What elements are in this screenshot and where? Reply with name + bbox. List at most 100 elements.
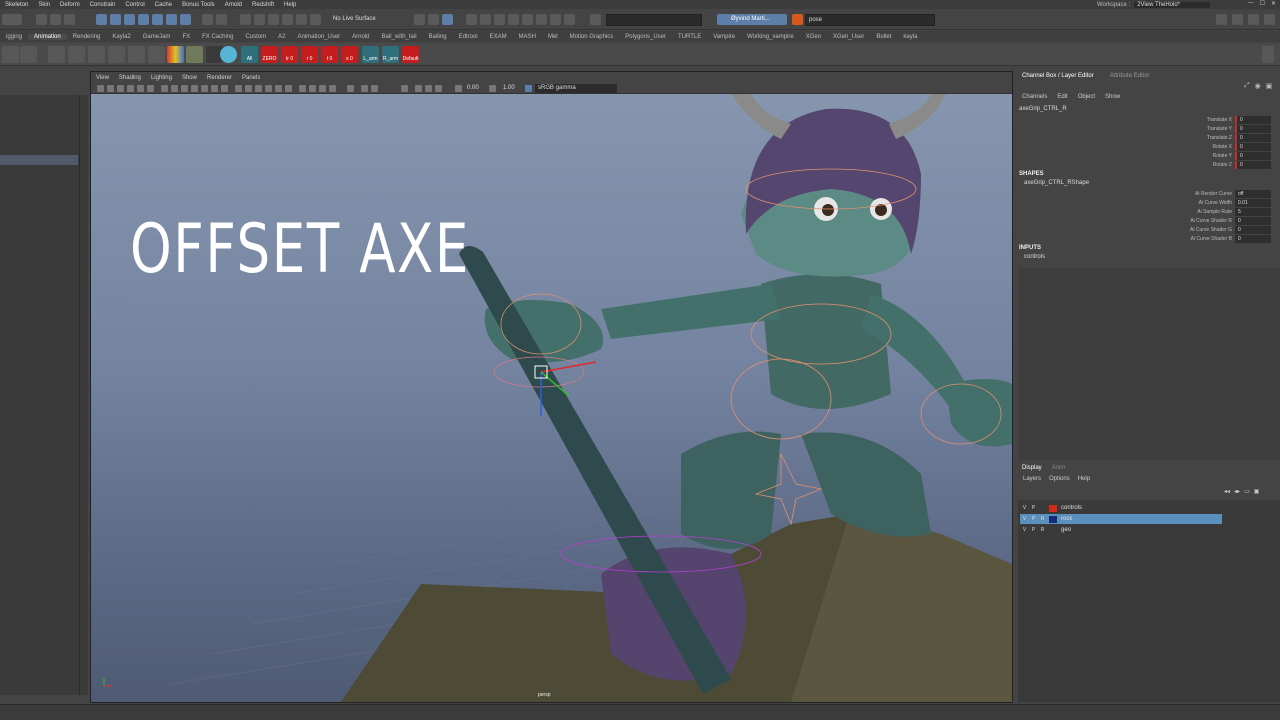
isolate-select-icon[interactable] — [347, 85, 354, 92]
menu-skin[interactable]: Skin — [33, 2, 55, 8]
attr-rotate-x[interactable]: Rotate X0 — [1015, 142, 1271, 151]
viewport-3d[interactable] — [91, 94, 1012, 702]
shelf-tab[interactable]: TURTLE — [672, 34, 707, 40]
menu-arnold[interactable]: Arnold — [220, 2, 247, 8]
layer-color-swatch[interactable] — [1049, 515, 1057, 523]
pause-icon[interactable] — [564, 14, 575, 25]
smooth-shade-icon[interactable] — [245, 85, 252, 92]
mask-joints-icon[interactable] — [110, 14, 121, 25]
ik-handle-icon[interactable] — [48, 46, 65, 63]
rotate-tool-icon[interactable] — [20, 46, 37, 63]
color-management-icon[interactable] — [525, 85, 532, 92]
use-all-lights-icon[interactable] — [275, 85, 282, 92]
menu-object[interactable]: Object — [1078, 94, 1095, 100]
shelf-button-default[interactable]: Default — [402, 46, 419, 63]
shelf-tab-animation[interactable]: Animation — [28, 33, 67, 40]
resolution-gate-icon[interactable] — [181, 85, 188, 92]
xray-icon[interactable] — [361, 85, 368, 92]
menu-edit[interactable]: Edit — [1057, 94, 1067, 100]
grid-icon[interactable] — [161, 85, 168, 92]
shelf-tab[interactable]: Animation_User — [291, 34, 346, 40]
select-camera-icon[interactable] — [97, 85, 104, 92]
select-by-component-icon[interactable] — [64, 14, 75, 25]
film-gate-icon[interactable] — [171, 85, 178, 92]
mask-rendering-icon[interactable] — [180, 14, 191, 25]
layer-playback-toggle[interactable]: P — [1029, 505, 1038, 511]
depth-of-field-icon[interactable] — [329, 85, 336, 92]
shelf-tab[interactable]: MASH — [513, 34, 542, 40]
layer-visibility-toggle[interactable]: V — [1020, 516, 1029, 522]
viewport-menu-renderer[interactable]: Renderer — [202, 75, 237, 81]
safe-title-icon[interactable] — [221, 85, 228, 92]
layer-color-swatch[interactable] — [1049, 526, 1057, 534]
image-plane-icon[interactable] — [127, 85, 134, 92]
menu-cache[interactable]: Cache — [150, 2, 177, 8]
shelf-tab[interactable]: Polygons_User — [619, 34, 672, 40]
toggle-modeling-toolkit-icon[interactable] — [1264, 14, 1275, 25]
layer-playback-toggle[interactable]: P — [1029, 516, 1038, 522]
menu-layers[interactable]: Layers — [1023, 476, 1041, 482]
menu-deform[interactable]: Deform — [55, 2, 85, 8]
bookmarks-icon[interactable] — [117, 85, 124, 92]
near-clip-icon[interactable] — [455, 85, 462, 92]
live-surface-label[interactable]: No Live Surface — [333, 16, 376, 22]
layer-color-swatch[interactable] — [1049, 504, 1057, 512]
select-by-object-icon[interactable] — [50, 14, 61, 25]
layer-reference-toggle[interactable]: R — [1038, 527, 1047, 533]
ipr-render-icon[interactable] — [466, 14, 477, 25]
workspace-dropdown[interactable]: 2View TheHolo* — [1134, 1, 1210, 8]
color-space-dropdown[interactable]: sRGB gamma — [535, 84, 617, 93]
mask-curves-icon[interactable] — [124, 14, 135, 25]
mask-surfaces-icon[interactable] — [138, 14, 149, 25]
snap-view-plane-icon[interactable] — [282, 14, 293, 25]
search-input[interactable]: pose — [805, 14, 935, 26]
wireframe-on-shaded-icon[interactable] — [255, 85, 262, 92]
field-chart-icon[interactable] — [201, 85, 208, 92]
render-view-icon[interactable] — [428, 14, 439, 25]
shelf-button-r-arm[interactable]: R_arm — [382, 46, 399, 63]
tab-anim[interactable]: Anim — [1052, 465, 1066, 475]
backface-culling-icon[interactable] — [401, 85, 408, 92]
toggle-attribute-editor-icon[interactable] — [1232, 14, 1243, 25]
shelf-tab[interactable]: Custom — [239, 34, 272, 40]
camera-attributes-icon[interactable] — [107, 85, 114, 92]
attr-ai-curve-shader-g[interactable]: Ai Curve Shader G0 — [1015, 225, 1271, 234]
attr-ai-render-curve[interactable]: Ai Render Curve off — [1015, 189, 1271, 198]
viewport-menu-show[interactable]: Show — [177, 75, 202, 81]
shelf-tab[interactable]: A2 — [272, 34, 291, 40]
shelf-tab[interactable]: XGen — [800, 34, 827, 40]
move-layer-down-icon[interactable]: ◂▸ — [1234, 488, 1240, 495]
shelf-tab[interactable]: EXAM — [484, 34, 513, 40]
shelf-button-l-arm[interactable]: L_arm — [362, 46, 379, 63]
bind-skin-icon[interactable] — [128, 46, 145, 63]
ghost-icon[interactable] — [220, 46, 237, 63]
shelf-tab[interactable]: Mel — [542, 34, 564, 40]
attr-rotate-y[interactable]: Rotate Y0 — [1015, 151, 1271, 160]
layer-visibility-toggle[interactable]: V — [1020, 505, 1029, 511]
shelf-options-icon[interactable] — [1262, 46, 1274, 63]
shelf-tab[interactable]: Rendering — [67, 34, 107, 40]
menu-bonus-tools[interactable]: Bonus Tools — [177, 2, 220, 8]
search-icon[interactable] — [792, 14, 803, 25]
attr-ai-curve-shader-b[interactable]: Ai Curve Shader B0 — [1015, 234, 1271, 243]
detach-skin-icon[interactable] — [148, 46, 165, 63]
render-settings-icon[interactable] — [480, 14, 491, 25]
layer-visibility-toggle[interactable]: V — [1020, 527, 1029, 533]
construction-history-icon[interactable] — [414, 14, 425, 25]
shape-node-name[interactable]: axeGrip_CTRL_RShape — [1024, 180, 1089, 186]
layer-playback-toggle[interactable]: P — [1029, 527, 1038, 533]
shelf-tab[interactable]: GameJam — [137, 34, 177, 40]
menu-redshift[interactable]: Redshift — [247, 2, 279, 8]
exposure-icon[interactable] — [415, 85, 422, 92]
shelf-tab[interactable]: Edtrool — [453, 34, 484, 40]
shelf-tab[interactable]: Kayla2 — [106, 34, 136, 40]
attr-ai-curve-shader-r[interactable]: Ai Curve Shader R0 — [1015, 216, 1271, 225]
toggle-tool-settings-icon[interactable] — [1248, 14, 1259, 25]
anti-aliasing-icon[interactable] — [319, 85, 326, 92]
outliner-scrollbar[interactable] — [80, 95, 88, 695]
tab-display[interactable]: Display — [1022, 465, 1042, 475]
layer-reference-toggle[interactable]: R — [1038, 516, 1047, 522]
shelf-button-r0[interactable]: r 0 — [301, 46, 318, 63]
shelf-button-zero[interactable]: ZERO — [261, 46, 278, 63]
motion-blur-icon[interactable] — [309, 85, 316, 92]
